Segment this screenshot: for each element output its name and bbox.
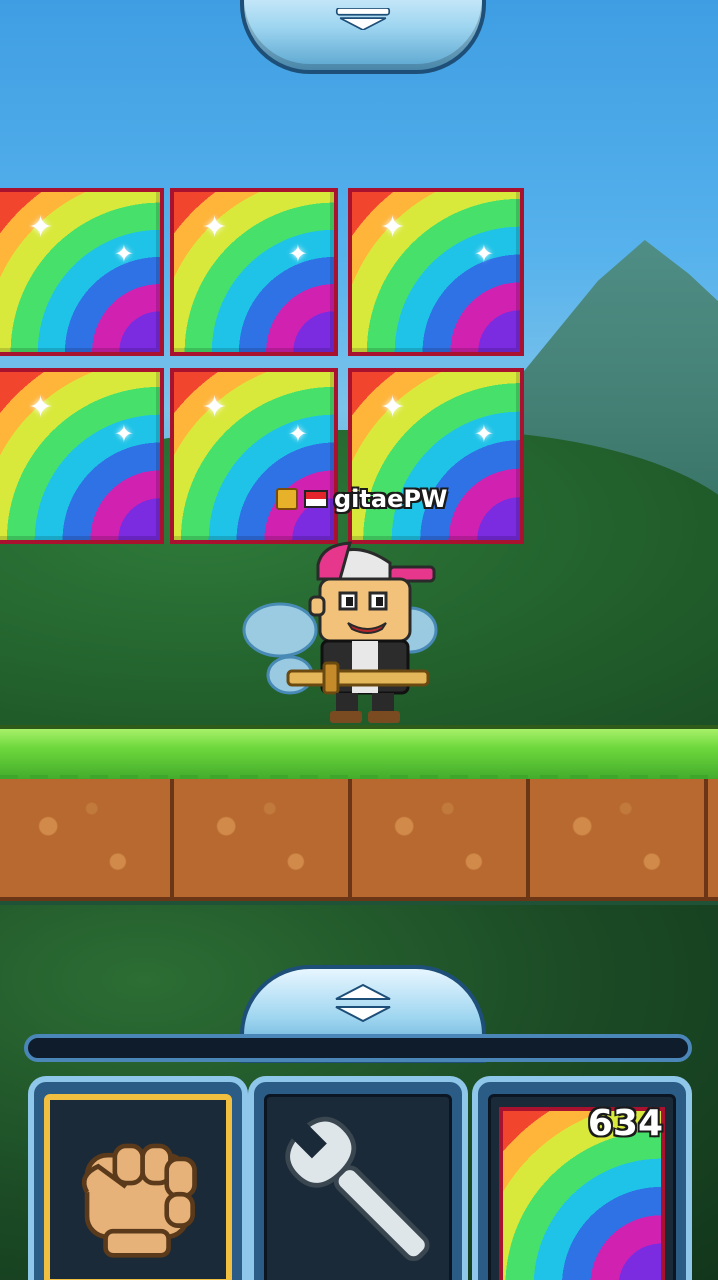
rainbow-block[interactable] [0,188,164,356]
double-chevron-up-icon [335,983,391,1023]
item-count: 634 [587,1103,663,1144]
dirt-block[interactable] [530,779,708,901]
dirt-block[interactable] [352,779,530,901]
gold-lock-icon [276,488,298,510]
rainbow-block[interactable] [348,368,524,544]
inventory-bar [24,1034,692,1062]
rainbow-block[interactable] [170,368,338,544]
fist-icon [81,1143,197,1258]
player-name-tag: gitaePW [276,484,447,514]
inventory-slot-rainbow-block[interactable]: 634 [472,1076,692,1280]
dirt-block[interactable] [708,779,718,901]
rainbow-block[interactable] [348,188,524,356]
inventory-slot-fist[interactable] [28,1076,248,1280]
dirt-block[interactable] [174,779,352,901]
dirt-block[interactable] [0,779,174,901]
slot-frame [264,1094,452,1280]
wrench-icon [285,1116,430,1262]
rainbow-block[interactable] [170,188,338,356]
rainbow-block[interactable] [0,368,164,544]
top-menu-handle[interactable] [240,0,486,74]
inventory-slot-wrench[interactable] [248,1076,468,1280]
slot-frame [44,1094,232,1280]
slot-frame: 634 [488,1094,676,1280]
player-name: gitaePW [334,485,448,513]
double-chevron-down-icon [335,8,391,30]
player-character[interactable] [240,535,440,725]
game-world[interactable]: gitaePW [0,0,718,1280]
indonesia-flag-icon [304,490,328,508]
